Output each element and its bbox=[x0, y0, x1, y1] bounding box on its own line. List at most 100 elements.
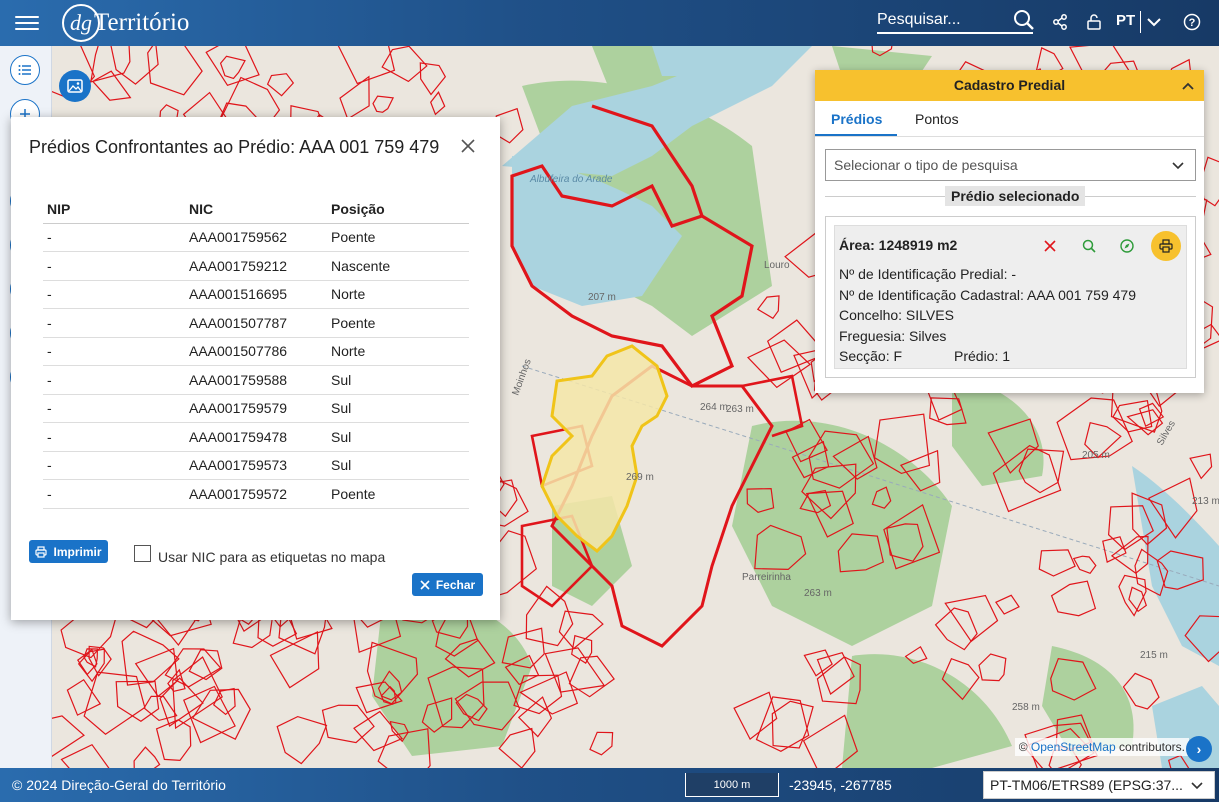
close-button[interactable]: Fechar bbox=[412, 573, 483, 596]
cell-nic: AAA001759478 bbox=[185, 422, 327, 452]
print-parcel-icon[interactable] bbox=[1151, 231, 1181, 261]
table-row: - AAA001759212 Nascente bbox=[43, 251, 469, 281]
clear-icon[interactable] bbox=[1040, 236, 1060, 256]
image-icon[interactable] bbox=[59, 70, 91, 102]
map-label-258: 258 m bbox=[1012, 702, 1040, 713]
parcel-outline bbox=[1118, 574, 1147, 617]
parcel-outline bbox=[571, 634, 593, 664]
logo-text: Território bbox=[94, 9, 190, 36]
parcel-nip: Nº de Identificação Predial: - bbox=[839, 266, 1017, 282]
print-button[interactable]: Imprimir bbox=[29, 540, 108, 563]
cell-posicao: Norte bbox=[327, 280, 469, 309]
crs-select[interactable]: PT-TM06/ETRS89 (EPSG:37... bbox=[983, 771, 1215, 799]
share-icon[interactable] bbox=[1050, 12, 1070, 32]
map-label-205: 205 m bbox=[1082, 450, 1110, 461]
search-bar bbox=[877, 8, 1033, 34]
crs-value: PT-TM06/ETRS89 (EPSG:37... bbox=[990, 777, 1183, 793]
expand-panel-button[interactable]: › bbox=[1186, 736, 1212, 762]
parcel-outline bbox=[172, 656, 223, 730]
cell-posicao: Sul bbox=[327, 451, 469, 480]
parcel-outline bbox=[558, 610, 604, 650]
logo[interactable]: dg Território bbox=[62, 4, 189, 42]
tab-divider bbox=[815, 136, 1204, 137]
cell-nic: AAA001759579 bbox=[185, 394, 327, 423]
layers-list-icon[interactable] bbox=[10, 55, 40, 85]
parcel-outline bbox=[269, 631, 320, 689]
coordinates-readout: -23945, -267785 bbox=[789, 777, 892, 793]
tab-predios[interactable]: Prédios bbox=[831, 111, 882, 127]
table-row: - AAA001759579 Sul bbox=[43, 394, 469, 423]
map-label-parreirinha: Parreirinha bbox=[742, 572, 791, 583]
use-nic-checkbox[interactable] bbox=[134, 545, 151, 562]
chevron-up-icon[interactable] bbox=[1182, 79, 1194, 95]
parcel-outline bbox=[525, 585, 574, 647]
parcel-seccao: Secção: F bbox=[839, 348, 903, 364]
parcel-outline bbox=[994, 594, 1020, 615]
panel-title: Cadastro Predial bbox=[815, 70, 1204, 101]
parcel-outline bbox=[1112, 400, 1153, 433]
parcel-outline bbox=[568, 655, 615, 698]
parcel-nic: Nº de Identificação Cadastral: AAA 001 7… bbox=[839, 287, 1136, 303]
parcel-concelho: Concelho: SILVES bbox=[839, 307, 954, 323]
map-label-213: 213 m bbox=[1192, 496, 1219, 507]
map-label-263b: 263 m bbox=[804, 588, 832, 599]
osm-link[interactable]: OpenStreetMap bbox=[1031, 740, 1116, 754]
cell-nip: - bbox=[43, 337, 185, 366]
zoom-to-icon[interactable] bbox=[1079, 236, 1099, 256]
map-label-215: 215 m bbox=[1140, 650, 1168, 661]
column-header-nip: NIP bbox=[43, 195, 185, 224]
cell-posicao: Sul bbox=[327, 422, 469, 452]
cell-nic: AAA001507787 bbox=[185, 308, 327, 338]
parcel-outline bbox=[430, 91, 446, 116]
close-icon[interactable] bbox=[461, 139, 477, 155]
neighbors-table: NIP NIC Posição - AAA001759562 Poente - AAA0… bbox=[43, 195, 469, 509]
parcel-outline bbox=[337, 46, 396, 85]
search-type-select[interactable]: Selecionar o tipo de pesquisa bbox=[825, 149, 1196, 181]
map-attribution: © OpenStreetMap contributors. bbox=[1014, 738, 1189, 756]
map-label-269: 269 m bbox=[626, 472, 654, 483]
tab-pontos[interactable]: Pontos bbox=[915, 111, 959, 127]
use-nic-label: Usar NIC para as etiquetas no mapa bbox=[158, 549, 386, 565]
table-row: - AAA001507786 Norte bbox=[43, 337, 469, 366]
parcel-outline bbox=[589, 731, 614, 756]
parcel-card-body: Área: 1248919 m2 Nº de Identificação Pre… bbox=[834, 225, 1187, 369]
chevron-down-icon bbox=[1190, 778, 1204, 794]
cell-posicao: Poente bbox=[327, 308, 469, 338]
parcel-card: Área: 1248919 m2 Nº de Identificação Pre… bbox=[825, 216, 1196, 378]
language-selector[interactable]: PT bbox=[1116, 12, 1135, 29]
chevron-down-icon[interactable] bbox=[1144, 12, 1164, 32]
menu-icon[interactable] bbox=[15, 12, 39, 34]
table-row: - AAA001507787 Poente bbox=[43, 308, 469, 338]
cell-posicao: Nascente bbox=[327, 251, 469, 281]
parcel-outline bbox=[219, 55, 246, 80]
cell-nic: AAA001507786 bbox=[185, 337, 327, 366]
cell-nip: - bbox=[43, 479, 185, 509]
top-header: dg Território PT ? bbox=[0, 0, 1219, 46]
compass-icon[interactable] bbox=[1117, 236, 1137, 256]
cell-nip: - bbox=[43, 280, 185, 309]
selected-parcel bbox=[540, 344, 669, 553]
map-label-louro: Louro bbox=[764, 260, 790, 271]
cell-nip: - bbox=[43, 223, 185, 252]
parcel-area: Área: 1248919 m2 bbox=[839, 237, 958, 253]
chevron-down-icon bbox=[1171, 158, 1185, 174]
cell-nic: AAA001759588 bbox=[185, 365, 327, 395]
lock-icon[interactable] bbox=[1084, 12, 1104, 32]
parcel-outline bbox=[771, 700, 814, 749]
search-icon[interactable] bbox=[1012, 8, 1036, 32]
scale-bar: 1000 m bbox=[685, 773, 779, 797]
selected-parcel-heading: Prédio selecionado bbox=[945, 186, 1086, 206]
parcel-predio: Prédio: 1 bbox=[954, 348, 1011, 364]
neighbors-dialog: Prédios Confrontantes ao Prédio: AAA 001… bbox=[11, 117, 500, 620]
parcel-outline bbox=[1038, 549, 1076, 577]
cell-nip: - bbox=[43, 422, 185, 452]
cell-posicao: Poente bbox=[327, 479, 469, 509]
parcel-outline bbox=[205, 46, 260, 87]
cell-nic: AAA001759212 bbox=[185, 251, 327, 281]
cell-nip: - bbox=[43, 394, 185, 423]
search-input[interactable] bbox=[877, 8, 1007, 32]
help-icon[interactable]: ? bbox=[1182, 12, 1202, 32]
cell-posicao: Sul bbox=[327, 394, 469, 423]
printer-icon bbox=[35, 545, 48, 558]
parcel-outline bbox=[1189, 453, 1213, 480]
